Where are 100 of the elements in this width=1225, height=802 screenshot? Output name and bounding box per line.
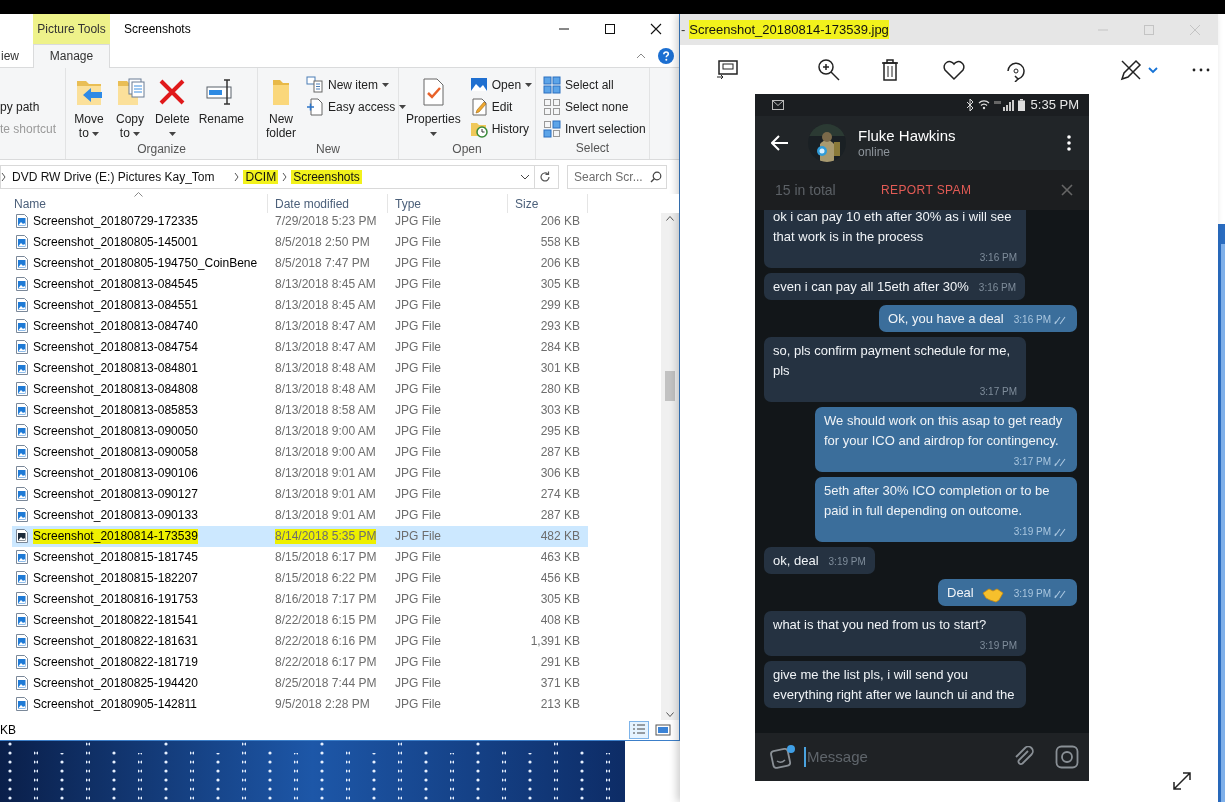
file-row[interactable]: Screenshot_20180813-090133 8/13/2018 9:01 AM JPG File 287 KB [12, 505, 588, 526]
file-row[interactable]: Screenshot_20180805-145001 8/5/2018 2:50 PM JPG File 558 KB [12, 232, 588, 253]
image-file-icon [16, 382, 28, 397]
close-button[interactable] [1061, 184, 1073, 196]
ribbon-button[interactable]: Edit [466, 96, 536, 118]
breadcrumb[interactable]: Screenshots [291, 169, 362, 185]
file-name: Screenshot_20180813-084801 [33, 361, 198, 376]
ribbon-button[interactable]: Rename [195, 74, 248, 142]
file-row[interactable]: Screenshot_20180813-090058 8/13/2018 9:00 AM JPG File 287 KB [12, 442, 588, 463]
file-name: Screenshot_20180905-142811 [33, 697, 197, 712]
file-row[interactable]: Screenshot_20180813-084808 8/13/2018 8:48 AM JPG File 280 KB [12, 379, 588, 400]
attach-button[interactable] [1013, 746, 1035, 768]
file-row[interactable]: Screenshot_20180729-172335 7/29/2018 5:23 PM JPG File 206 KB [12, 213, 588, 232]
camera-icon [1055, 745, 1079, 769]
file-row[interactable]: Screenshot_20180816-191753 8/16/2018 7:17 PM JPG File 305 KB [12, 589, 588, 610]
ribbon-button[interactable]: Select none [540, 96, 649, 118]
image-file-icon [16, 529, 28, 544]
file-row[interactable]: Screenshot_20180822-181719 8/22/2018 6:17 PM JPG File 291 KB [12, 652, 588, 673]
ribbon-button[interactable]: Select all [540, 74, 649, 96]
file-row[interactable]: Screenshot_20180905-142811 9/5/2018 2:28 PM JPG File 213 KB [12, 694, 588, 715]
message-input[interactable]: Message [804, 747, 1013, 767]
file-size: 1,391 KB [530, 634, 580, 649]
back-button[interactable] [771, 135, 789, 151]
column-header[interactable]: Type [388, 194, 508, 213]
file-row[interactable]: Screenshot_20180822-181631 8/22/2018 6:16 PM JPG File 1,391 KB [12, 631, 588, 652]
close-icon [1061, 184, 1073, 196]
ribbon-button[interactable]: New folder [262, 74, 300, 142]
file-row[interactable]: Screenshot_20180813-090127 8/13/2018 9:01 AM JPG File 274 KB [12, 484, 588, 505]
file-row[interactable]: Screenshot_20180815-182207 8/15/2018 6:22 PM JPG File 456 KB [12, 568, 588, 589]
address-bar[interactable]: DVD RW Drive (E:) Pictures Kay_Tom DCIM Screenshots [0, 165, 559, 189]
zoom-in-button[interactable] [817, 57, 841, 82]
date-modified: 8/14/2018 5:35 PM [275, 529, 377, 544]
grid-icon [543, 76, 561, 94]
double-check-icon [1054, 315, 1068, 325]
column-header[interactable]: Name [0, 194, 268, 213]
ribbon-button[interactable]: History [466, 118, 536, 140]
image-file-icon [16, 571, 28, 586]
scrollbar[interactable] [661, 213, 679, 720]
image-file-icon [16, 235, 28, 250]
date-modified: 8/13/2018 8:45 AM [275, 277, 376, 292]
ribbon-button[interactable]: Delete [152, 74, 193, 142]
slideshow-button[interactable] [716, 57, 740, 82]
file-row[interactable]: Screenshot_20180813-090106 8/13/2018 9:01 AM JPG File 306 KB [12, 463, 588, 484]
breadcrumb[interactable]: DCIM [243, 169, 279, 185]
message-text: We should work on this asap to get ready for your ICO and airdrop for contingency. [824, 412, 1064, 450]
more-icon [1192, 67, 1210, 72]
file-row[interactable]: Screenshot_20180813-085853 8/13/2018 8:58 AM JPG File 303 KB [12, 400, 588, 421]
file-row[interactable]: Screenshot_20180815-181745 8/15/2018 6:17 PM JPG File 463 KB [12, 547, 588, 568]
scroll-thumb[interactable] [665, 371, 675, 401]
image-file-icon [16, 655, 28, 670]
ribbon-button[interactable]: Copy to [111, 74, 149, 142]
breadcrumb[interactable]: DVD RW Drive (E:) Pictures Kay_Tom [10, 169, 217, 185]
message-bar[interactable]: Message [755, 733, 1089, 781]
file-row[interactable]: Screenshot_20180813-084740 8/13/2018 8:47 AM JPG File 293 KB [12, 316, 588, 337]
message-text: ok, deal [773, 552, 819, 570]
more-options-button[interactable] [1067, 135, 1071, 151]
search-field[interactable]: Search Scr... [567, 165, 667, 189]
more-button[interactable] [1192, 67, 1210, 72]
file-name: Screenshot_20180816-191753 [33, 592, 198, 607]
column-header[interactable]: Size [508, 194, 588, 213]
camera-button[interactable] [1055, 745, 1079, 769]
full-screen-button[interactable] [1172, 771, 1192, 791]
ribbon-button[interactable]: py path [0, 96, 60, 118]
report-spam-button[interactable]: REPORT SPAM [881, 182, 972, 198]
ribbon-button[interactable]: Open [466, 74, 536, 96]
large-icons-view-button[interactable] [653, 721, 673, 739]
image-file-icon [16, 592, 28, 607]
maximize-icon [1143, 23, 1155, 36]
file-size: 299 KB [540, 298, 580, 313]
message-text: give me the list pls, i will send you everything right after we launch ui and the [773, 666, 1016, 704]
ribbon-tab[interactable]: iew [0, 44, 33, 67]
message-time: 3:16 PM [978, 281, 1017, 295]
file-row[interactable]: Screenshot_20180813-090050 8/13/2018 9:00 AM JPG File 295 KB [12, 421, 588, 442]
ribbon-tab[interactable]: Manage [33, 44, 110, 68]
file-row[interactable]: Screenshot_20180813-084545 8/13/2018 8:45 AM JPG File 305 KB [12, 274, 588, 295]
caret-icon [399, 105, 407, 109]
file-size: 287 KB [540, 445, 580, 460]
file-type: JPG File [395, 277, 441, 292]
file-row[interactable]: Screenshot_20180813-084754 8/13/2018 8:47 AM JPG File 284 KB [12, 337, 588, 358]
sort-ascending-icon [133, 192, 143, 197]
file-name: Screenshot_20180813-084551 [33, 298, 198, 313]
ribbon-button[interactable]: Move to [70, 74, 108, 142]
file-row[interactable]: Screenshot_20180822-181541 8/22/2018 6:15 PM JPG File 408 KB [12, 610, 588, 631]
pencil-button[interactable] [1119, 57, 1143, 82]
file-row[interactable]: Screenshot_20180825-194420 8/25/2018 7:44 PM JPG File 371 KB [12, 673, 588, 694]
message-time: 3:19 PM [828, 555, 866, 569]
file-type: JPG File [395, 571, 441, 586]
group-label: Open [451, 142, 483, 158]
file-row[interactable]: Screenshot_20180813-084551 8/13/2018 8:45 AM JPG File 299 KB [12, 295, 588, 316]
column-header[interactable]: Date modified [268, 194, 388, 213]
file-size: 284 KB [540, 340, 580, 355]
file-row[interactable]: Screenshot_20180813-084801 8/13/2018 8:48 AM JPG File 301 KB [12, 358, 588, 379]
file-row[interactable]: Screenshot_20180814-173539 8/14/2018 5:35 PM JPG File 482 KB [12, 526, 588, 547]
image-file-icon [16, 424, 28, 439]
file-row[interactable]: Screenshot_20180805-194750_CoinBene 8/5/2018 7:47 PM JPG File 206 KB [12, 253, 588, 274]
file-size: 306 KB [540, 466, 580, 481]
ribbon-button[interactable]: Invert selection [540, 118, 649, 140]
status-time: 5:35 PM [1030, 97, 1079, 113]
maximize-icon [604, 23, 616, 35]
close-icon [650, 23, 662, 35]
